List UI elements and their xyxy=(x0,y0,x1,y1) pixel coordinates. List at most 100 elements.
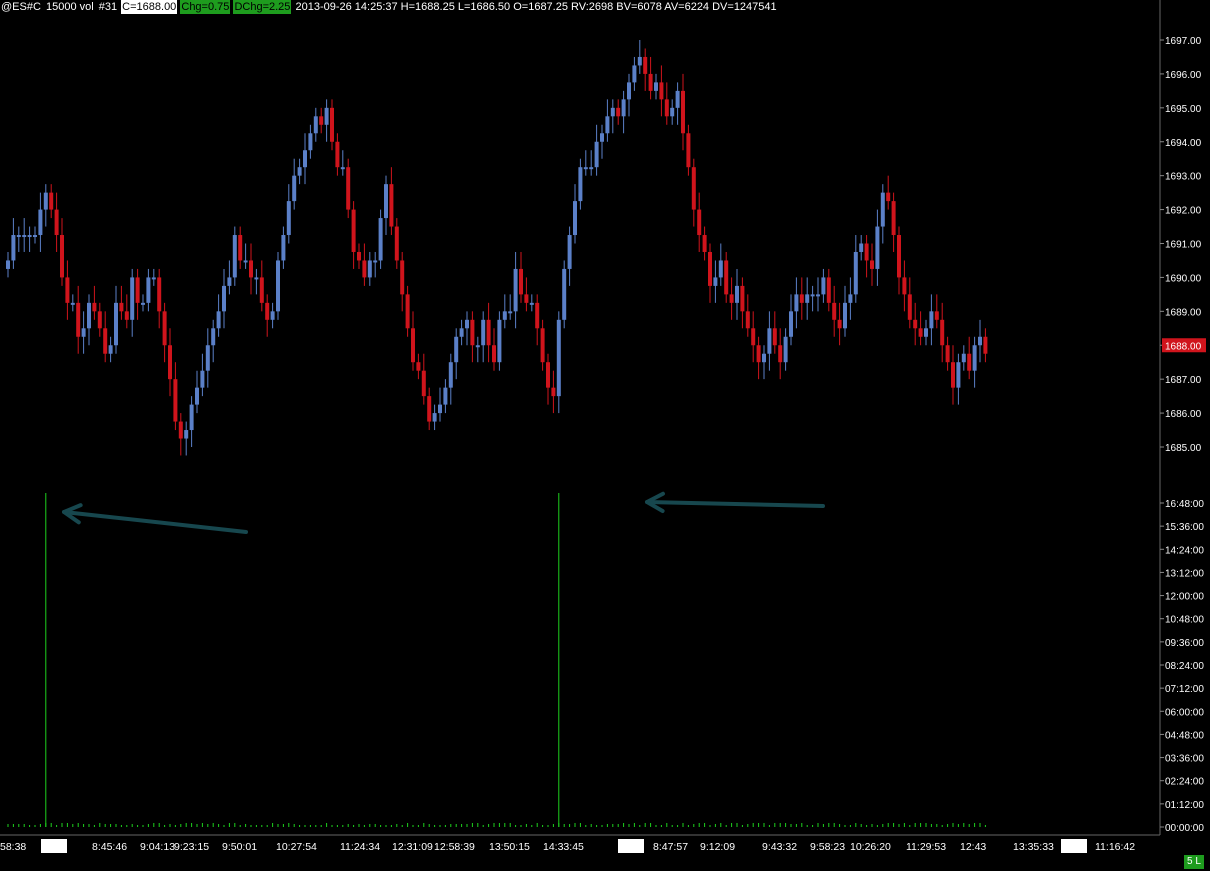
candle xyxy=(346,167,351,210)
volume-tick-label: 14:24:00 xyxy=(1165,545,1204,556)
time-label: 9:50:01 xyxy=(222,841,257,853)
time-label: 8:45:46 xyxy=(92,841,127,853)
candle xyxy=(616,107,621,117)
candle xyxy=(967,353,972,371)
candle xyxy=(681,90,685,134)
candle xyxy=(378,218,383,261)
candle xyxy=(216,311,221,329)
candle xyxy=(373,260,378,263)
date-marker-label: 9-25 xyxy=(42,841,63,853)
time-label: 12:31:09 xyxy=(392,841,433,853)
candle xyxy=(654,82,658,91)
candle xyxy=(340,167,345,170)
candle xyxy=(589,167,594,170)
time-label: 13:35:33 xyxy=(1013,841,1054,853)
candle xyxy=(49,192,54,210)
price-tick-label: 1692.00 xyxy=(1165,206,1202,217)
status-badge[interactable]: 5 L xyxy=(1184,855,1204,869)
candle xyxy=(799,294,804,303)
candle xyxy=(637,56,642,66)
candle xyxy=(276,260,280,312)
candle xyxy=(432,413,437,422)
candle xyxy=(81,328,86,337)
candle xyxy=(384,184,388,219)
time-label: 10:26:20 xyxy=(850,841,891,853)
time-label: 12:58:39 xyxy=(434,841,475,853)
candle xyxy=(627,82,631,100)
candle xyxy=(918,328,923,337)
candle xyxy=(168,345,172,380)
price-tick-label: 1686.00 xyxy=(1165,409,1202,420)
candle xyxy=(486,319,491,346)
candle xyxy=(243,260,248,263)
candle xyxy=(319,116,324,125)
candle xyxy=(421,370,426,397)
candle xyxy=(357,251,361,261)
candle xyxy=(864,243,869,261)
candle xyxy=(600,133,604,142)
volume-tick-label: 03:36:00 xyxy=(1165,754,1204,765)
candle xyxy=(405,294,410,329)
candle xyxy=(497,319,502,363)
candle xyxy=(929,311,934,329)
candle xyxy=(810,294,815,297)
price-tick-label: 1693.00 xyxy=(1165,172,1202,183)
candle xyxy=(308,133,313,151)
candle xyxy=(184,430,189,439)
time-label: 9:23:15 xyxy=(174,841,209,853)
candle xyxy=(324,107,329,125)
candle xyxy=(940,319,945,346)
candle xyxy=(735,285,739,303)
candle xyxy=(459,328,464,337)
candle xyxy=(76,302,81,337)
price-volume-chart[interactable]: 1697.00 1696.00 1695.00 1694.00 1693.00 1692.… xyxy=(0,0,1210,871)
candle xyxy=(205,345,210,371)
candle xyxy=(702,235,707,252)
candle xyxy=(562,268,567,320)
price-tick-label: 1685.00 xyxy=(1165,443,1202,454)
candle xyxy=(16,235,21,238)
candle xyxy=(130,277,135,320)
candle xyxy=(448,362,453,388)
candle xyxy=(837,319,842,329)
candle xyxy=(454,336,459,363)
volume-tick-label: 06:00:00 xyxy=(1165,707,1204,718)
price-tick-label: 1697.00 xyxy=(1165,36,1202,47)
candle xyxy=(843,302,847,329)
candle xyxy=(891,201,896,236)
candle xyxy=(367,260,372,278)
volume-tick-label: 01:12:00 xyxy=(1165,800,1204,811)
candle xyxy=(394,226,399,261)
time-label: 9:04:13 xyxy=(140,841,175,853)
candle xyxy=(556,319,561,397)
candle xyxy=(778,345,783,363)
last-price-label: 1688.00 xyxy=(1165,341,1202,352)
date-marker-label: 9-27 xyxy=(1062,841,1083,853)
volume-tick-label: 00:00:00 xyxy=(1165,823,1204,834)
candle xyxy=(227,277,232,286)
candle xyxy=(389,184,394,227)
price-tick-label: 1689.00 xyxy=(1165,307,1202,318)
candle xyxy=(92,302,97,312)
candle xyxy=(151,277,156,280)
candle xyxy=(470,319,475,346)
candle xyxy=(211,328,216,346)
candle xyxy=(767,328,772,354)
candle xyxy=(443,387,448,405)
candle xyxy=(583,167,588,170)
candle xyxy=(529,302,534,305)
price-tick-label: 1694.00 xyxy=(1165,138,1202,149)
candle xyxy=(254,277,259,280)
candle xyxy=(686,133,691,168)
candle xyxy=(124,311,129,320)
candle xyxy=(362,260,367,278)
time-label: 11:29:53 xyxy=(906,841,946,853)
annotation-arrow-right xyxy=(645,500,825,508)
candle xyxy=(232,235,237,278)
candle xyxy=(897,235,901,278)
candle xyxy=(907,294,912,320)
candle xyxy=(546,362,550,388)
time-label: 9:12:09 xyxy=(700,841,735,853)
price-tick-label: 1690.00 xyxy=(1165,273,1202,284)
candle xyxy=(632,65,637,83)
